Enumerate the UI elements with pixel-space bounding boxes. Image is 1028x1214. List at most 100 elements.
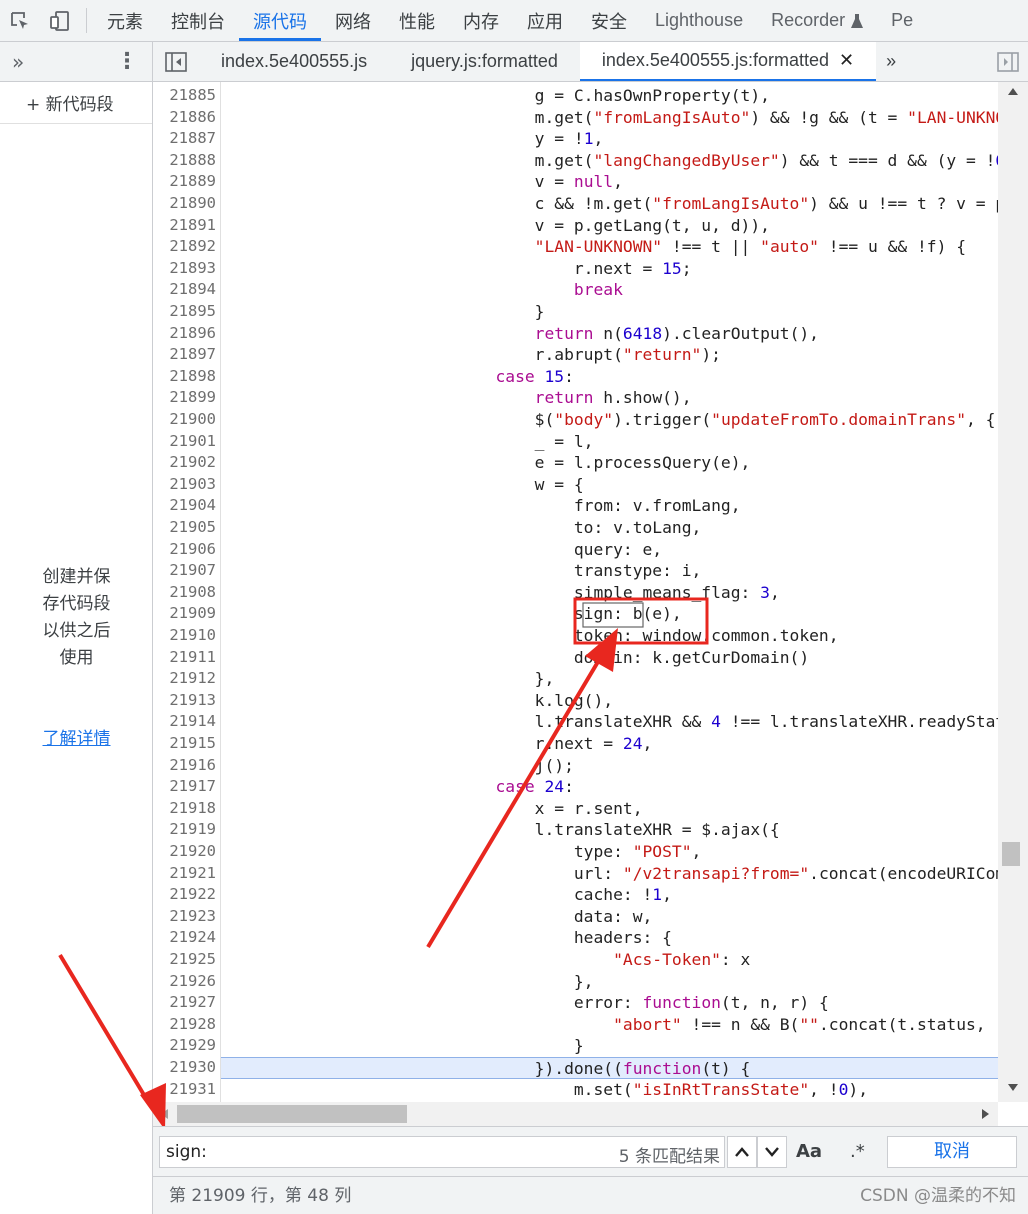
line-number[interactable]: 21926 xyxy=(153,971,216,993)
tab-security[interactable]: 安全 xyxy=(577,0,641,41)
code-line: error: function(t, n, r) { xyxy=(221,993,829,1013)
line-number[interactable]: 21892 xyxy=(153,236,216,258)
line-number[interactable]: 21893 xyxy=(153,258,216,280)
scroll-thumb[interactable] xyxy=(1002,842,1020,866)
line-number[interactable]: 21889 xyxy=(153,171,216,193)
code-editor[interactable]: 21885 21886 21887 21888 21889 21890 21891 21892… xyxy=(153,82,998,1102)
line-number[interactable]: 21919 xyxy=(153,819,216,841)
scroll-left-arrow[interactable] xyxy=(161,1109,168,1119)
toggle-navigator-button[interactable] xyxy=(153,42,199,81)
vertical-scrollbar[interactable] xyxy=(998,82,1028,1102)
toggle-debugger-button[interactable] xyxy=(988,42,1028,81)
line-number[interactable]: 21920 xyxy=(153,841,216,863)
more-tabs-icon[interactable]: » xyxy=(12,50,24,74)
line-number[interactable]: 21895 xyxy=(153,301,216,323)
line-number[interactable]: 21908 xyxy=(153,582,216,604)
line-number[interactable]: 21912 xyxy=(153,668,216,690)
line-number[interactable]: 21890 xyxy=(153,193,216,215)
line-number[interactable]: 21927 xyxy=(153,992,216,1014)
line-number[interactable]: 21888 xyxy=(153,150,216,172)
line-number[interactable]: 21931 xyxy=(153,1079,216,1101)
line-number[interactable]: 21914 xyxy=(153,711,216,733)
line-number[interactable]: 21917 xyxy=(153,776,216,798)
scroll-right-arrow[interactable] xyxy=(982,1109,989,1119)
tab-performance[interactable]: 性能 xyxy=(385,0,449,41)
line-number[interactable]: 21921 xyxy=(153,863,216,885)
line-number[interactable]: 21902 xyxy=(153,452,216,474)
code-line: transtype: i, xyxy=(221,561,702,581)
line-number[interactable]: 21905 xyxy=(153,517,216,539)
line-number[interactable]: 21898 xyxy=(153,366,216,388)
line-number[interactable]: 21915 xyxy=(153,733,216,755)
line-number-gutter[interactable]: 21885 21886 21887 21888 21889 21890 21891 21892… xyxy=(153,82,221,1102)
line-number[interactable]: 21900 xyxy=(153,409,216,431)
tab-elements[interactable]: 元素 xyxy=(93,0,157,41)
line-number[interactable]: 21918 xyxy=(153,798,216,820)
match-case-button[interactable]: Aa xyxy=(796,1141,822,1162)
line-number[interactable]: 21897 xyxy=(153,344,216,366)
horizontal-scrollbar[interactable] xyxy=(153,1102,998,1126)
snippets-panel: » ⋮ + 新代码段 创建并保存代码段以供之后使用 了解详情 xyxy=(0,42,153,1214)
line-number[interactable]: 21885 xyxy=(153,85,216,107)
learn-more-link[interactable]: 了解详情 xyxy=(0,726,153,753)
line-number[interactable]: 21887 xyxy=(153,128,216,150)
tab-application[interactable]: 应用 xyxy=(513,0,577,41)
search-prev-button[interactable] xyxy=(727,1136,757,1168)
line-number[interactable]: 21909 xyxy=(153,603,216,625)
new-snippet-button[interactable]: + 新代码段 xyxy=(0,82,152,124)
tab-console[interactable]: 控制台 xyxy=(157,0,239,41)
search-next-button[interactable] xyxy=(757,1136,787,1168)
line-number[interactable]: 21924 xyxy=(153,927,216,949)
line-number[interactable]: 21906 xyxy=(153,539,216,561)
file-tab-index-js[interactable]: index.5e400555.js xyxy=(199,42,389,81)
file-tab-label: index.5e400555.js:formatted xyxy=(601,50,830,70)
cursor-position: 第 21909 行，第 48 列 xyxy=(169,1186,352,1206)
code-line: case 24: xyxy=(495,777,574,797)
tab-network[interactable]: 网络 xyxy=(321,0,385,41)
more-files-icon[interactable]: » xyxy=(876,42,906,81)
code-line: to: v.toLang, xyxy=(221,518,702,537)
cancel-search-button[interactable]: 取消 xyxy=(887,1136,1017,1168)
device-toolbar-button[interactable] xyxy=(40,0,80,41)
line-number[interactable]: 21901 xyxy=(153,431,216,453)
line-number[interactable]: 21930 xyxy=(153,1057,216,1079)
line-number[interactable]: 21916 xyxy=(153,755,216,777)
line-number[interactable]: 21904 xyxy=(153,495,216,517)
line-number[interactable]: 21928 xyxy=(153,1014,216,1036)
file-tab-index-formatted[interactable]: index.5e400555.js:formatted ✕ xyxy=(579,42,877,81)
line-number[interactable]: 21925 xyxy=(153,949,216,971)
line-number[interactable]: 21922 xyxy=(153,884,216,906)
kebab-menu-icon[interactable]: ⋮ xyxy=(116,49,138,74)
hscroll-thumb[interactable] xyxy=(177,1105,407,1123)
inspect-element-button[interactable] xyxy=(0,0,40,41)
line-number[interactable]: 21894 xyxy=(153,279,216,301)
line-number[interactable]: 21886 xyxy=(153,107,216,129)
file-tab-jquery[interactable]: jquery.js:formatted xyxy=(389,42,580,81)
code-line: $("body").trigger("updateFromTo.domainTr… xyxy=(221,410,996,429)
scroll-up-arrow[interactable] xyxy=(1008,88,1018,95)
code-line: query: e, xyxy=(221,539,663,559)
line-number[interactable]: 21903 xyxy=(153,474,216,496)
tab-recorder[interactable]: Recorder xyxy=(757,0,877,41)
line-number[interactable]: 21891 xyxy=(153,215,216,237)
regex-button[interactable]: .* xyxy=(850,1141,865,1162)
search-bar: 5 条匹配结果 Aa .* 取消 xyxy=(153,1126,1028,1176)
tab-sources[interactable]: 源代码 xyxy=(239,0,321,41)
line-number[interactable]: 21899 xyxy=(153,387,216,409)
line-number[interactable]: 21896 xyxy=(153,323,216,345)
code-line: } xyxy=(221,1036,584,1056)
close-icon[interactable]: ✕ xyxy=(839,50,854,71)
code-line: r.next = 15; xyxy=(221,258,692,278)
line-number[interactable]: 21923 xyxy=(153,906,216,928)
line-number[interactable]: 21910 xyxy=(153,625,216,647)
tab-memory[interactable]: 内存 xyxy=(449,0,513,41)
line-number[interactable]: 21907 xyxy=(153,560,216,582)
code-line: v = null, xyxy=(221,172,623,192)
line-number[interactable]: 21911 xyxy=(153,647,216,669)
tab-lighthouse[interactable]: Lighthouse xyxy=(641,0,757,41)
line-number[interactable]: 21929 xyxy=(153,1035,216,1057)
line-number[interactable]: 21913 xyxy=(153,690,216,712)
scroll-down-arrow[interactable] xyxy=(1008,1084,1018,1091)
tab-performance-insights[interactable]: Pe xyxy=(877,0,927,41)
code-line: g = C.hasOwnProperty(t), xyxy=(221,86,770,105)
